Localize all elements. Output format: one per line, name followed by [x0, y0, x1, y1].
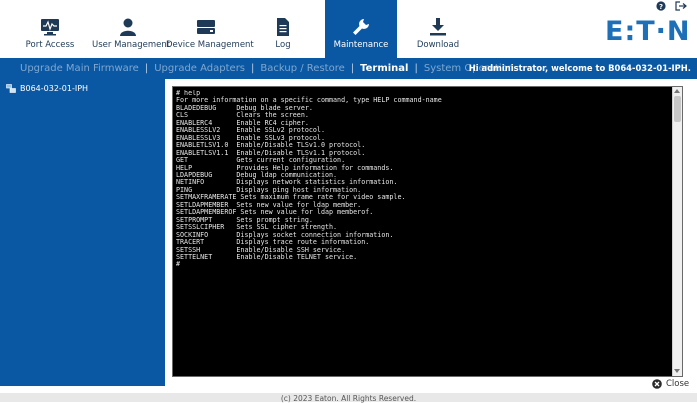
top-nav: Port Access User Management Device Manag…	[0, 0, 697, 58]
nav-label: Device Management	[166, 40, 254, 50]
download-icon	[430, 18, 446, 36]
maintenance-subnav: Upgrade Main Firmware | Upgrade Adapters…	[0, 58, 697, 79]
tab-upgrade-main-firmware[interactable]: Upgrade Main Firmware	[20, 63, 139, 74]
nav-device-management[interactable]: Device Management	[166, 0, 254, 58]
device-label: B064-032-01-IPH	[20, 84, 89, 93]
sidebar-device-item[interactable]: B064-032-01-IPH	[6, 84, 88, 93]
help-icon[interactable]: ?	[656, 1, 666, 11]
tab-terminal[interactable]: Terminal	[360, 63, 408, 74]
terminal-window[interactable]: # help For more information on a specific…	[172, 86, 683, 377]
eaton-logo: E:T·N	[605, 16, 691, 47]
nav-label: Port Access	[25, 40, 75, 50]
close-label: Close	[666, 379, 690, 389]
nav-download[interactable]: Download	[402, 0, 474, 58]
scroll-thumb[interactable]	[674, 96, 681, 122]
tab-separator: |	[350, 63, 355, 74]
scroll-up-arrow-icon[interactable]	[674, 89, 680, 93]
nav-label: User Management	[92, 40, 171, 50]
terminal-line: #	[176, 260, 181, 269]
tab-backup-restore[interactable]: Backup / Restore	[260, 63, 344, 74]
scroll-down-arrow-icon[interactable]	[674, 369, 680, 373]
wrench-icon	[353, 19, 369, 35]
close-button[interactable]: Close	[652, 379, 689, 389]
nav-label: Log	[275, 40, 291, 50]
device-icon	[197, 20, 215, 34]
device-tree-icon	[6, 84, 16, 93]
device-sidebar: B064-032-01-IPH	[0, 79, 165, 386]
terminal-scrollbar[interactable]	[672, 87, 682, 376]
nav-port-access[interactable]: Port Access	[14, 0, 86, 58]
tab-separator: |	[414, 63, 418, 74]
svg-text:?: ?	[659, 3, 663, 11]
port-access-icon	[41, 19, 59, 36]
terminal-output[interactable]: # help For more information on a specific…	[176, 90, 670, 373]
footer: (c) 2023 Eaton. All Rights Reserved.	[0, 393, 697, 403]
nav-user-management[interactable]: User Management	[92, 0, 171, 58]
user-icon	[120, 18, 136, 36]
nav-log[interactable]: Log	[252, 0, 314, 58]
log-icon	[277, 18, 289, 36]
tab-separator: |	[144, 63, 149, 74]
nav-label: Maintenance	[333, 40, 389, 50]
close-icon	[652, 379, 662, 389]
tab-separator: |	[251, 63, 255, 74]
terminal-line: SETTELNET Enable/Disable TELNET service.	[176, 252, 358, 261]
tab-upgrade-adapters[interactable]: Upgrade Adapters	[154, 63, 245, 74]
subnav-tabs: Upgrade Main Firmware | Upgrade Adapters…	[20, 58, 514, 79]
logout-icon[interactable]	[675, 1, 687, 11]
welcome-message: Hi administrator, welcome to B064-032-01…	[468, 63, 691, 73]
nav-label: Download	[416, 40, 460, 50]
nav-maintenance[interactable]: Maintenance	[325, 0, 397, 58]
